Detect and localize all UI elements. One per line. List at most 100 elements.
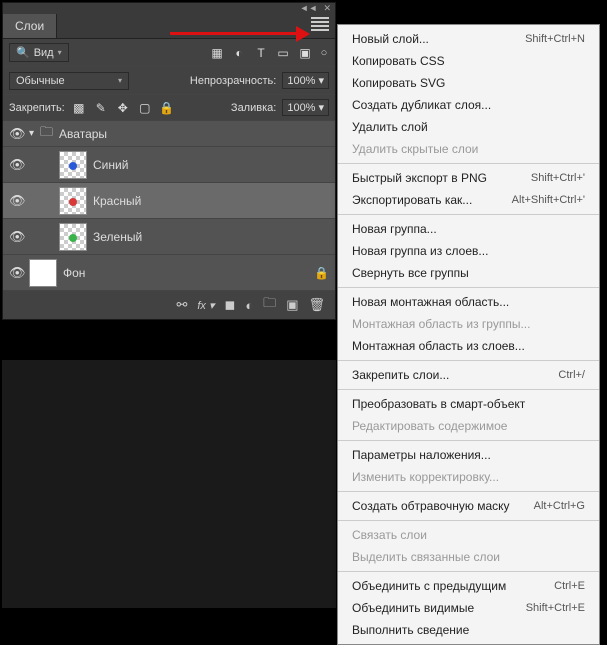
menu-item[interactable]: Выполнить сведение [338,619,599,641]
lock-label: Закрепить: [9,102,65,114]
opacity-value: 100% [287,75,315,87]
menu-item-shortcut: Ctrl+E [554,578,585,594]
menu-item[interactable]: Новая группа... [338,218,599,240]
menu-item[interactable]: Быстрый экспорт в PNGShift+Ctrl+' [338,167,599,189]
panel-bottom-bar: ⚯ fx ▾ ◼ ◐ 🗀 ▣ 🗑 [3,291,335,319]
filter-smart-icon[interactable]: ▣ [297,45,313,61]
menu-item: Удалить скрытые слои [338,138,599,160]
filter-type-icon[interactable]: T [253,45,269,61]
visibility-icon[interactable]: 👁 [9,193,23,209]
menu-item[interactable]: Создать дубликат слоя... [338,94,599,116]
layer-item[interactable]: 👁 Синий [3,147,335,183]
menu-item-label: Выделить связанные слои [352,549,500,565]
visibility-icon[interactable]: 👁 [9,126,23,142]
panel-menu-icon[interactable] [311,17,329,31]
layer-name: Фон [63,266,85,280]
filter-shape-icon[interactable]: ▭ [275,45,291,61]
menu-separator [338,440,599,441]
blend-row: Обычные▾ Непрозрачность: 100%▾ [3,67,335,95]
layer-name: Красный [93,194,141,208]
visibility-icon[interactable]: 👁 [9,229,23,245]
close-panel-icon[interactable]: ✕ [323,3,331,14]
menu-item[interactable]: Закрепить слои...Ctrl+/ [338,364,599,386]
link-icon[interactable]: ⚯ [176,297,187,313]
visibility-icon[interactable]: 👁 [9,157,23,173]
menu-item-label: Преобразовать в смарт-объект [352,396,525,412]
lock-all-icon[interactable]: 🔒 [159,100,175,116]
layer-name: Зеленый [93,230,142,244]
layer-group[interactable]: 👁 ▾ 🗀 Аватары [3,121,335,147]
menu-item[interactable]: Создать обтравочную маскуAlt+Ctrl+G [338,495,599,517]
layer-thumb [59,151,87,179]
folder-icon: 🗀 [40,123,53,145]
filter-type-label: Вид [34,47,54,59]
menu-item[interactable]: Новая монтажная область... [338,291,599,313]
menu-item[interactable]: Копировать CSS [338,50,599,72]
menu-item[interactable]: Новый слой...Shift+Ctrl+N [338,28,599,50]
fill-input[interactable]: 100%▾ [282,99,329,116]
layers-panel: ◄◄ ✕ Слои 🔍Вид▾ ▦ ◐ T ▭ ▣ ○ Обычные▾ Неп… [2,2,336,320]
menu-item-label: Новая группа... [352,221,437,237]
visibility-icon[interactable]: 👁 [9,265,23,281]
opacity-label: Непрозрачность: [190,75,276,87]
chevron-down-icon[interactable]: ▾ [29,128,34,139]
lock-position-icon[interactable]: ✥ [115,100,131,116]
menu-item-label: Новый слой... [352,31,429,47]
menu-item[interactable]: Новая группа из слоев... [338,240,599,262]
collapse-icon[interactable]: ◄◄ [300,3,318,13]
menu-separator [338,287,599,288]
menu-separator [338,360,599,361]
blend-mode-dropdown[interactable]: Обычные▾ [9,72,129,90]
filter-toggle[interactable]: ○ [319,47,329,59]
menu-item-label: Монтажная область из слоев... [352,338,525,354]
fx-icon[interactable]: fx ▾ [197,299,214,312]
layer-item[interactable]: 👁 Зеленый [3,219,335,255]
layer-item[interactable]: 👁 Красный [3,183,335,219]
menu-item-label: Создать дубликат слоя... [352,97,491,113]
menu-item[interactable]: Экспортировать как...Alt+Shift+Ctrl+' [338,189,599,211]
layer-background[interactable]: 👁 Фон 🔒 [3,255,335,291]
menu-item-label: Копировать CSS [352,53,445,69]
menu-item[interactable]: Монтажная область из слоев... [338,335,599,357]
menu-item[interactable]: Объединить с предыдущим Ctrl+E [338,575,599,597]
menu-item: Монтажная область из группы... [338,313,599,335]
filter-type-dropdown[interactable]: 🔍Вид▾ [9,43,69,62]
layer-list: 👁 ▾ 🗀 Аватары 👁 Синий 👁 Красный 👁 Зелены… [3,121,335,291]
menu-item-shortcut: Shift+Ctrl+E [526,600,585,616]
panel-tabbar: Слои [3,13,335,39]
filter-adjust-icon[interactable]: ◐ [231,45,247,61]
lock-artboard-icon[interactable]: ▢ [137,100,153,116]
delete-icon[interactable]: 🗑 [308,297,325,313]
menu-item-shortcut: Alt+Shift+Ctrl+' [512,192,585,208]
menu-item[interactable]: Преобразовать в смарт-объект [338,393,599,415]
layers-flyout-menu: Новый слой...Shift+Ctrl+N Копировать CSS К… [337,24,600,645]
menu-item-label: Удалить скрытые слои [352,141,478,157]
lock-transparency-icon[interactable]: ▩ [71,100,87,116]
menu-item-label: Монтажная область из группы... [352,316,530,332]
new-layer-icon[interactable]: ▣ [286,297,298,313]
adjustment-icon[interactable]: ◐ [245,298,253,313]
menu-item: Редактировать содержимое [338,415,599,437]
menu-item-label: Свернуть все группы [352,265,469,281]
menu-item[interactable]: Объединить видимыеShift+Ctrl+E [338,597,599,619]
menu-item[interactable]: Копировать SVG [338,72,599,94]
lock-pixels-icon[interactable]: ✎ [93,100,109,116]
filter-row: 🔍Вид▾ ▦ ◐ T ▭ ▣ ○ [3,39,335,67]
menu-separator [338,491,599,492]
layer-thumb [59,187,87,215]
menu-item-label: Связать слои [352,527,427,543]
menu-item: Связать слои [338,524,599,546]
menu-item[interactable]: Удалить слой [338,116,599,138]
menu-item-label: Копировать SVG [352,75,445,91]
menu-item-label: Закрепить слои... [352,367,449,383]
mask-icon[interactable]: ◼ [225,297,236,313]
opacity-input[interactable]: 100%▾ [282,72,329,89]
filter-pixel-icon[interactable]: ▦ [209,45,225,61]
tab-layers[interactable]: Слои [3,14,57,38]
menu-item[interactable]: Параметры наложения... [338,444,599,466]
new-group-icon[interactable]: 🗀 [263,294,276,316]
menu-item-label: Объединить с предыдущим [352,578,506,594]
menu-item[interactable]: Свернуть все группы [338,262,599,284]
menu-item-label: Редактировать содержимое [352,418,507,434]
layer-thumb [29,259,57,287]
